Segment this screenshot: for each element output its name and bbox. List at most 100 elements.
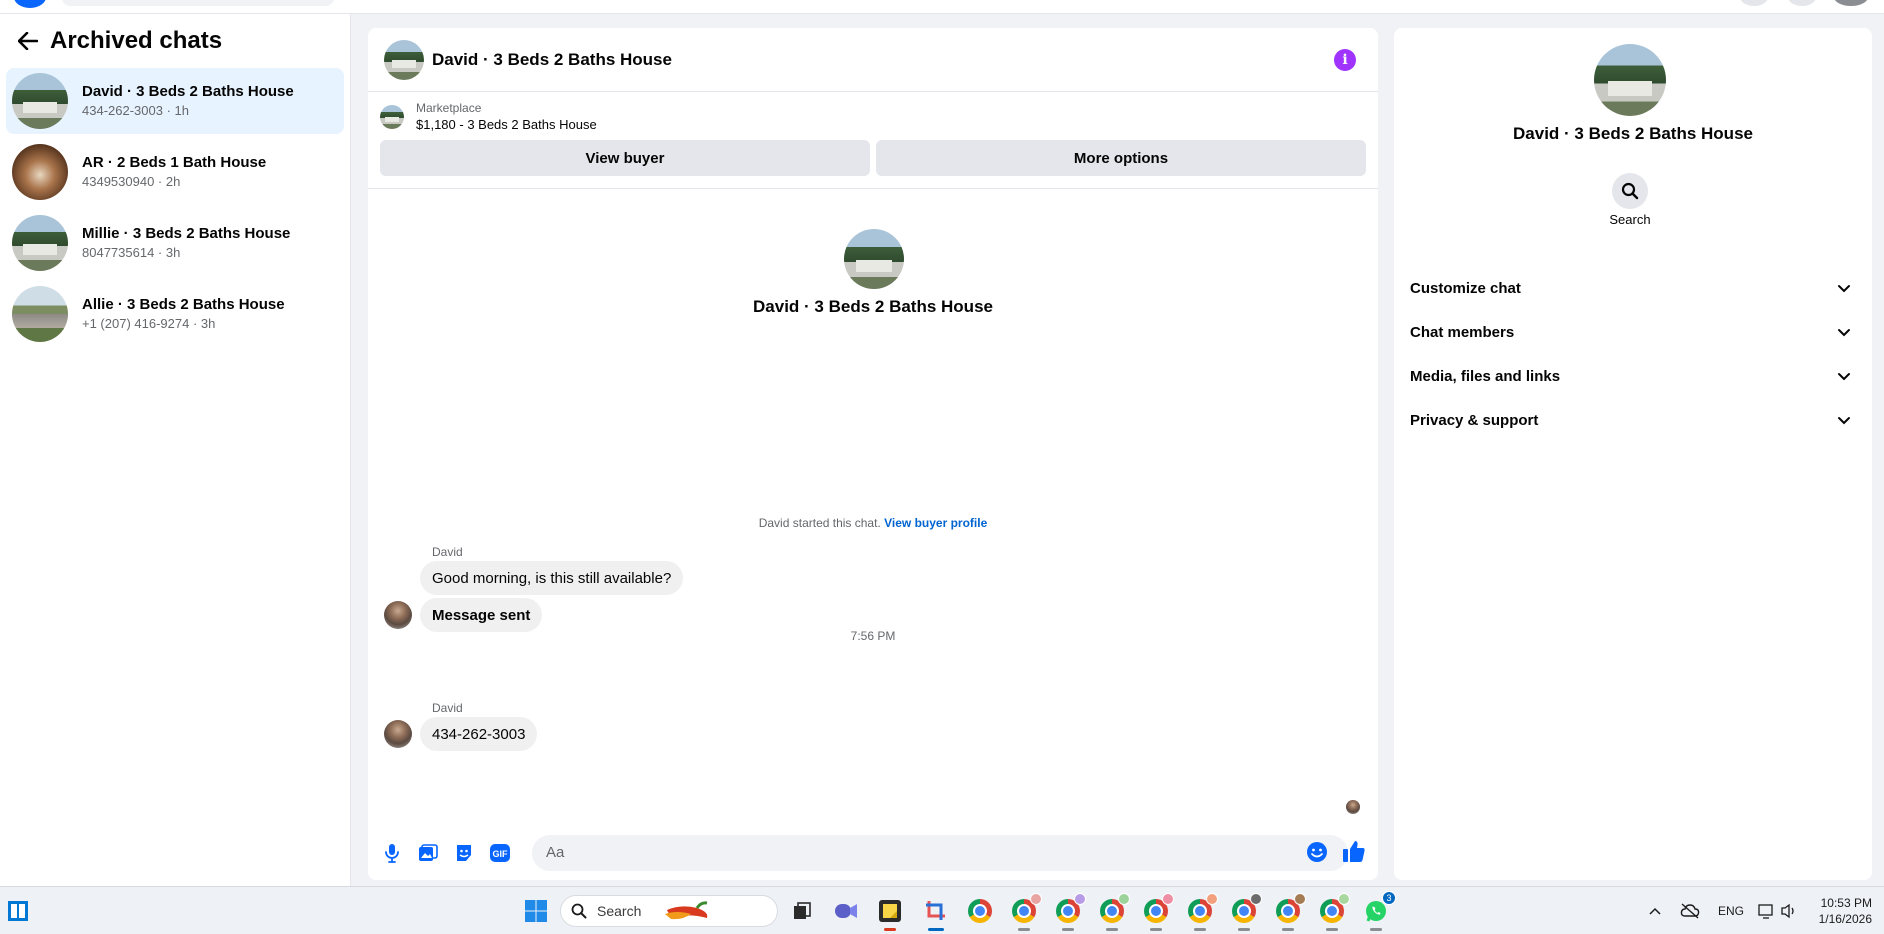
chevron-down-icon: [1838, 373, 1850, 381]
chrome-profile-icon[interactable]: [1274, 893, 1306, 931]
section-label: Privacy & support: [1410, 411, 1539, 429]
profile-avatar[interactable]: [1834, 0, 1868, 6]
active-indicator: [884, 928, 896, 931]
listing-title[interactable]: $1,180 - 3 Beds 2 Baths House: [416, 116, 597, 134]
system-clock[interactable]: 10:53 PM 1/16/2026: [1808, 895, 1872, 927]
taskbar-search-label: Search: [597, 903, 642, 919]
chrome-profile-icon[interactable]: [1098, 893, 1130, 931]
message-sender: David: [432, 545, 463, 559]
chat-list-item[interactable]: AR · 2 Beds 1 Bath House 4349530940 · 2h: [6, 139, 344, 205]
avatar: [12, 286, 68, 342]
volume-icon[interactable]: [1778, 897, 1800, 925]
active-indicator: [928, 928, 944, 931]
taskbar-search-input[interactable]: Search: [560, 895, 778, 927]
chat-name: David · 3 Beds 2 Baths House: [82, 83, 294, 100]
network-icon[interactable]: [1756, 897, 1778, 925]
task-view-icon[interactable]: [788, 897, 816, 925]
avatar: [12, 215, 68, 271]
conversation-panel: David · 3 Beds 2 Baths House i Marketpla…: [368, 28, 1378, 880]
menu-icon[interactable]: [1740, 0, 1768, 6]
windows-taskbar: Search 3 ENG 10:53 PM 1/16/2026: [0, 886, 1884, 934]
snipping-tool-icon[interactable]: [922, 897, 950, 931]
section-chat-members[interactable]: Chat members: [1402, 312, 1864, 352]
chrome-profile-icon[interactable]: [1186, 893, 1218, 931]
section-customize-chat[interactable]: Customize chat: [1402, 268, 1864, 308]
search-icon[interactable]: [1612, 173, 1648, 209]
chat-list-item[interactable]: Millie · 3 Beds 2 Baths House 8047735614…: [6, 210, 344, 276]
info-icon[interactable]: i: [1334, 49, 1356, 71]
top-navigation-bar: [0, 0, 1884, 14]
message-thread: David · 3 Beds 2 Baths House David start…: [368, 189, 1378, 832]
chat-subtitle: 8047735614 · 3h: [82, 245, 181, 260]
cloud-offline-icon[interactable]: [1678, 897, 1702, 925]
chat-list-item[interactable]: Allie · 3 Beds 2 Baths House +1 (207) 41…: [6, 281, 344, 347]
started-text: David started this chat.: [758, 516, 881, 530]
chat-name: Allie · 3 Beds 2 Baths House: [82, 296, 285, 313]
clock-date: 1/16/2026: [1818, 912, 1872, 926]
teams-meet-icon[interactable]: [832, 897, 860, 925]
avatar[interactable]: [384, 601, 412, 629]
view-buyer-profile-link[interactable]: View buyer profile: [884, 516, 987, 530]
chat-subtitle: 4349530940 · 2h: [82, 174, 181, 189]
windows-start-icon[interactable]: [522, 897, 550, 925]
message-bubble[interactable]: Message sent: [420, 598, 543, 632]
chat-list-item[interactable]: David · 3 Beds 2 Baths House 434-262-300…: [6, 68, 344, 134]
section-privacy-support[interactable]: Privacy & support: [1402, 400, 1864, 440]
avatar: [12, 144, 68, 200]
chat-name: Millie · 3 Beds 2 Baths House: [82, 225, 291, 242]
sticky-notes-icon[interactable]: [876, 897, 904, 931]
notifications-icon[interactable]: [1788, 0, 1816, 6]
chevron-down-icon: [1838, 329, 1850, 337]
section-media-files-links[interactable]: Media, files and links: [1402, 356, 1864, 396]
message-sender: David: [432, 701, 463, 715]
chevron-down-icon: [1838, 285, 1850, 293]
microphone-icon[interactable]: [380, 841, 404, 865]
listing-thumbnail[interactable]: [380, 105, 404, 129]
avatar[interactable]: [384, 720, 412, 748]
photo-icon[interactable]: [416, 841, 440, 865]
emoji-icon[interactable]: [1306, 841, 1328, 863]
svg-text:GIF: GIF: [493, 849, 509, 859]
marketplace-listing-card: Marketplace $1,180 - 3 Beds 2 Baths Hous…: [368, 92, 1378, 189]
sticker-icon[interactable]: [452, 841, 476, 865]
facebook-logo-icon[interactable]: [14, 0, 46, 8]
chili-pepper-icon: [665, 901, 708, 920]
notification-badge: 3: [1382, 891, 1396, 905]
details-name: David · 3 Beds 2 Baths House: [1513, 124, 1753, 143]
chrome-profile-icon[interactable]: [1054, 893, 1086, 931]
show-hidden-icons-chevron-icon[interactable]: [1646, 897, 1664, 925]
thread-profile-name: David · 3 Beds 2 Baths House: [753, 297, 993, 316]
more-options-button[interactable]: More options: [876, 140, 1366, 176]
section-label: Media, files and links: [1410, 367, 1561, 385]
facebook-search-bar[interactable]: [62, 0, 334, 6]
message-bubble[interactable]: Good morning, is this still available?: [420, 561, 684, 595]
conversation-title[interactable]: David · 3 Beds 2 Baths House: [432, 50, 672, 70]
language-indicator[interactable]: ENG: [1718, 904, 1744, 918]
chat-details-panel: David · 3 Beds 2 Baths House Search Cust…: [1394, 28, 1872, 880]
avatar[interactable]: [844, 229, 904, 289]
back-arrow-icon[interactable]: [14, 27, 42, 55]
marketplace-label: Marketplace: [416, 101, 482, 115]
avatar: [12, 73, 68, 129]
chrome-icon[interactable]: [966, 897, 994, 925]
message-input[interactable]: [532, 834, 1348, 871]
whatsapp-icon[interactable]: 3: [1362, 891, 1396, 931]
message-composer: GIF: [368, 825, 1378, 880]
gif-icon[interactable]: GIF: [488, 841, 512, 865]
search-icon: [571, 903, 587, 919]
chrome-profile-icon[interactable]: [1010, 893, 1042, 931]
view-buyer-button[interactable]: View buyer: [380, 140, 870, 176]
chat-subtitle: +1 (207) 416-9274 · 3h: [82, 316, 216, 331]
chrome-profile-icon[interactable]: [1142, 893, 1174, 931]
widgets-icon[interactable]: [4, 897, 32, 925]
chrome-profile-icon[interactable]: [1318, 893, 1350, 931]
section-label: Customize chat: [1410, 279, 1521, 297]
avatar[interactable]: [384, 39, 424, 80]
page-title: Archived chats: [50, 27, 223, 54]
message-timestamp: 7:56 PM: [850, 629, 896, 643]
avatar[interactable]: [1594, 44, 1666, 116]
thumbs-up-icon[interactable]: [1342, 839, 1368, 865]
message-bubble[interactable]: 434-262-3003: [420, 717, 538, 751]
chrome-profile-icon[interactable]: [1230, 893, 1262, 931]
section-label: Chat members: [1410, 323, 1515, 341]
